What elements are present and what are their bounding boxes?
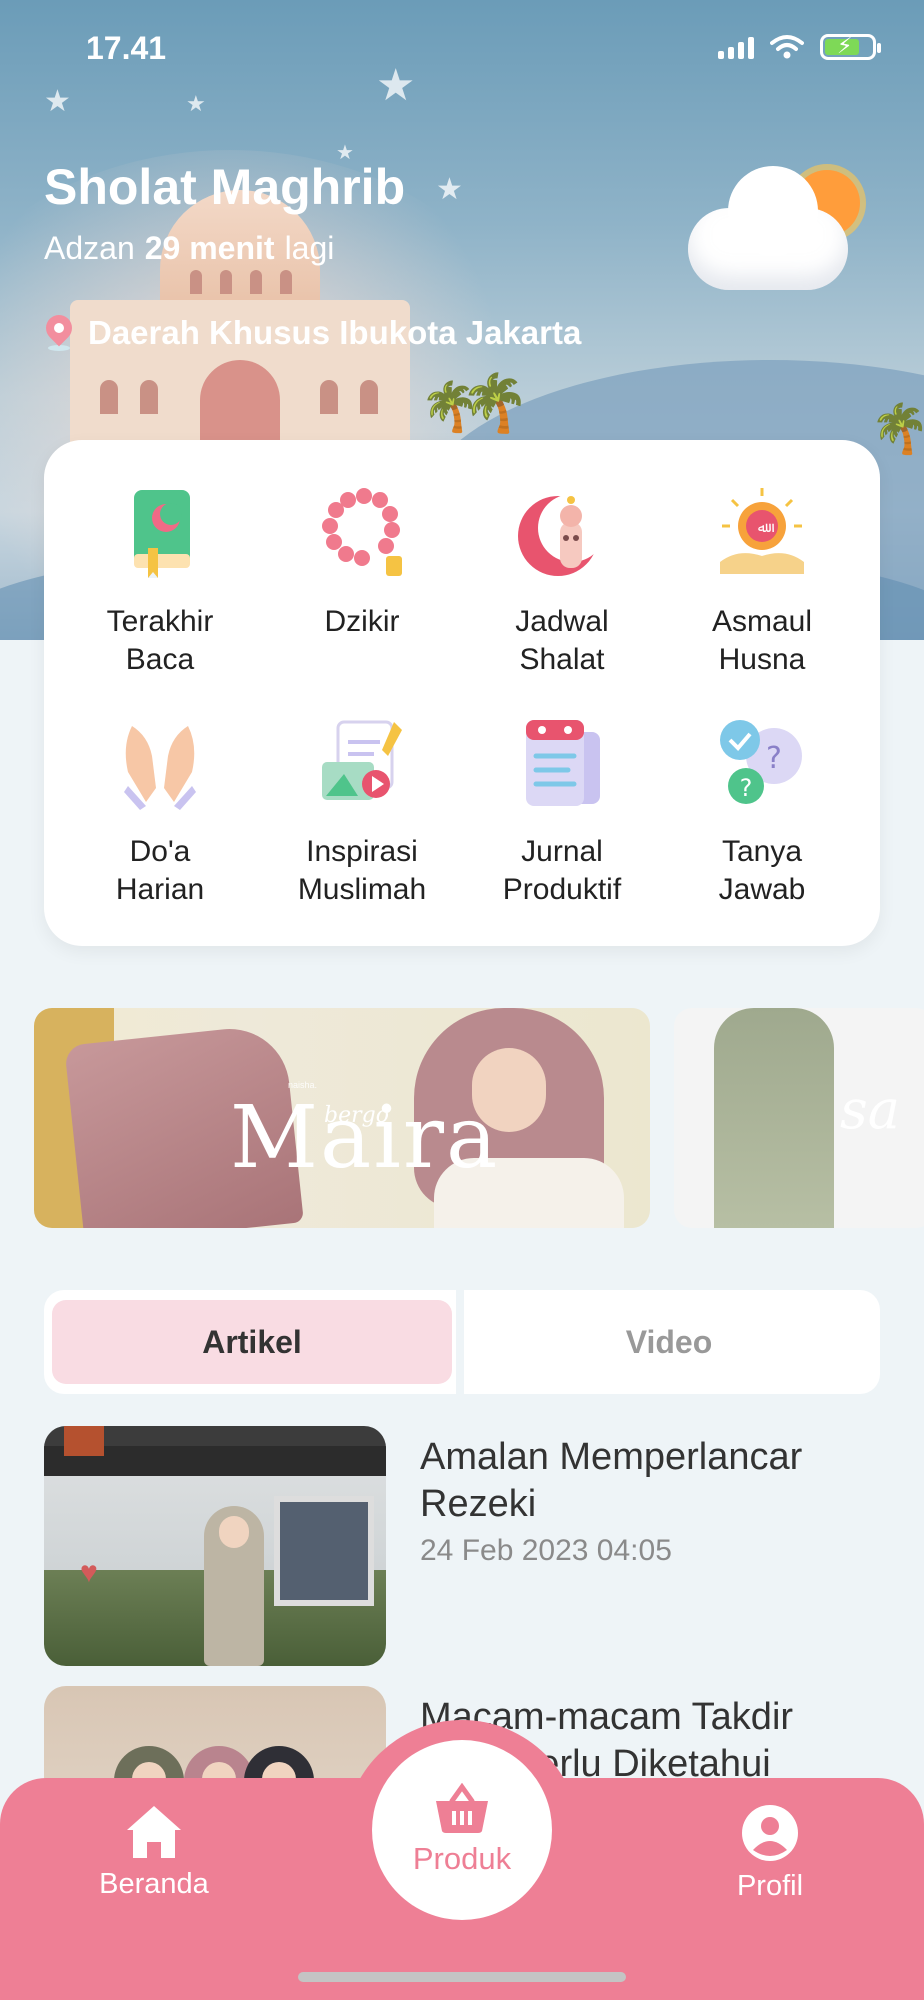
countdown-suffix: lagi [284,230,335,266]
location-pin-icon [40,309,78,351]
status-time: 17.41 [86,30,167,66]
article-thumbnail: ♥ [44,1426,386,1666]
journal-icon [526,720,600,806]
praying-hands-icon [124,726,196,810]
countdown-value: 29 menit [144,230,275,266]
star-decoration: ★ [436,172,463,207]
menu-item-asmaul-husna[interactable]: ﷲ Asmaul Husna [662,486,862,679]
dress-image [714,1008,834,1228]
menu-label: Tanya Jawab [718,835,806,906]
promo-banner[interactable]: naisha. Maira bergo [34,1008,650,1228]
menu-item-dzikir[interactable]: Dzikir [262,486,462,641]
menu-label: Jurnal Produktif [502,835,622,906]
feature-menu: Terakhir Baca Dzikir Jadwal Shalat ﷲ Asm… [44,440,880,946]
nav-beranda[interactable]: Beranda [64,1804,244,1901]
nav-produk[interactable]: Produk [372,1740,552,1920]
battery-icon: ⚡ [820,33,881,60]
promo-banner[interactable]: sa [674,1008,924,1228]
status-icons: ⚡ [718,33,881,60]
menu-label: Asmaul Husna [711,605,813,676]
question-chat-icon: ? ? [720,720,802,804]
article-date: 24 Feb 2023 04:05 [420,1534,672,1567]
crescent-mosque-icon [518,494,606,576]
menu-item-terakhir-baca[interactable]: Terakhir Baca [60,486,260,679]
palm-tree-icon: 🌴 [870,403,924,456]
sun-cloud-icon [684,150,884,300]
article-title: Amalan Memperlancar Rezeki [420,1436,803,1525]
quran-book-icon [134,490,190,578]
location-label: Daerah Khusus Ibukota Jakarta [88,314,582,351]
article-item[interactable]: ♥ Amalan Memperlancar Rezeki 24 Feb 2023… [44,1426,880,1666]
nav-label: Profil [736,1870,804,1902]
banner-subtitle: bergo [324,1103,389,1128]
menu-item-doa-harian[interactable]: Do'a Harian [60,716,260,909]
svg-text:?: ? [766,741,782,776]
prayer-title: Sholat Maghrib [44,159,406,215]
menu-label: Inspirasi Muslimah [297,835,427,906]
tab-artikel[interactable]: Artikel [52,1300,452,1384]
home-icon [127,1806,181,1858]
svg-text:?: ? [740,774,753,802]
wifi-icon [770,35,804,59]
nav-profil[interactable]: Profil [680,1804,860,1903]
menu-label: Do'a Harian [115,835,205,906]
home-indicator [298,1972,626,1982]
star-decoration: ★ [186,92,206,117]
tab-video[interactable]: Video [464,1300,874,1384]
menu-label: Jadwal Shalat [515,605,609,676]
menu-label: Terakhir Baca [106,605,214,676]
signal-icon [718,35,754,59]
profile-icon [742,1805,798,1861]
palm-tree-icon: 🌴 [460,371,530,434]
banner-title: sa [840,1078,900,1141]
menu-item-jurnal-produktif[interactable]: Jurnal Produktif [462,716,662,909]
star-decoration: ★ [44,84,71,119]
menu-item-inspirasi-muslimah[interactable]: Inspirasi Muslimah [262,716,462,909]
countdown-prefix: Adzan [44,230,135,266]
star-decoration: ★ [376,60,416,111]
nav-label: Produk [412,1841,512,1876]
menu-item-jadwal-shalat[interactable]: Jadwal Shalat [462,486,662,679]
shopping-basket-icon [436,1783,488,1833]
media-inspiration-icon [322,720,402,800]
nav-label: Beranda [99,1868,209,1900]
menu-item-tanya-jawab[interactable]: ? ? Tanya Jawab [662,716,862,909]
menu-label: Dzikir [324,605,400,638]
prayer-countdown: Adzan 29 menit lagi [44,230,334,267]
location-selector[interactable]: Daerah Khusus Ibukota Jakarta [40,309,582,352]
allah-calligraphy-icon: ﷲ [720,488,804,574]
content-tabs: Artikel Video [44,1290,880,1394]
prayer-beads-icon [322,488,402,576]
